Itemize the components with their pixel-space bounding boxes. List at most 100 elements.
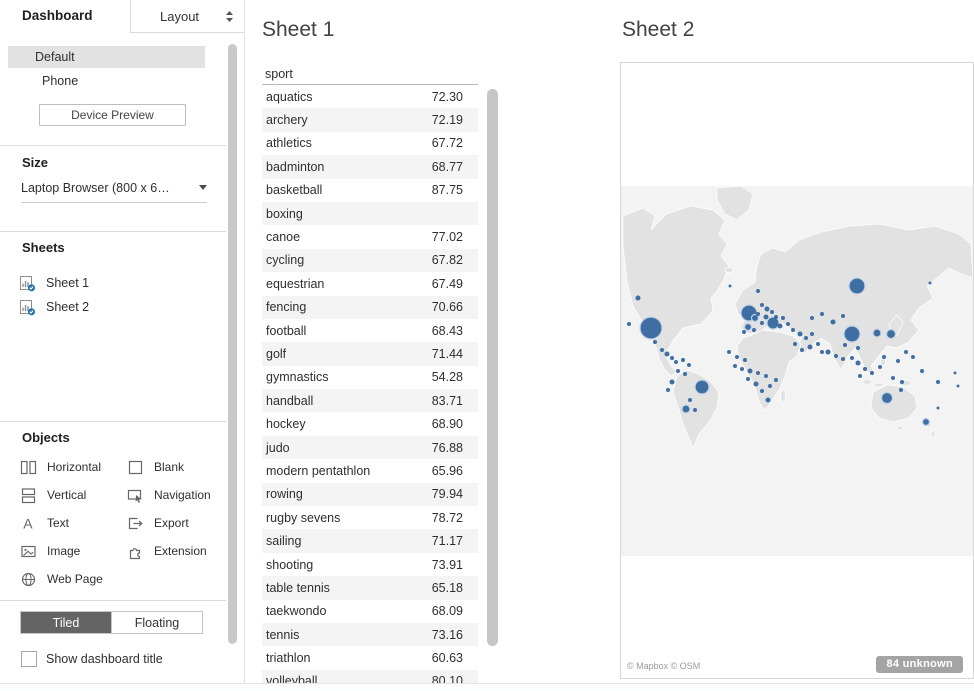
table-row[interactable]: handball83.71 [262,389,478,412]
map-mark[interactable] [695,380,709,394]
map-mark[interactable] [653,340,657,344]
map-mark[interactable] [849,278,865,294]
map-mark[interactable] [764,315,769,320]
object-text[interactable]: A Text [20,514,69,532]
object-navigation[interactable]: Navigation [127,486,211,504]
map-mark[interactable] [920,369,924,373]
map-mark[interactable] [937,407,940,410]
world-map[interactable] [621,186,973,556]
table-row[interactable]: rowing79.94 [262,483,478,506]
object-web-page[interactable]: Web Page [20,570,103,588]
map-mark[interactable] [841,314,845,318]
map-mark[interactable] [793,342,797,346]
sidebar-item-sheet2[interactable]: Sheet 2 [20,297,89,317]
map-mark[interactable] [887,330,896,339]
map-mark[interactable] [640,317,662,339]
tab-layout[interactable]: Layout [130,0,245,33]
map-mark[interactable] [882,355,886,359]
sidebar-item-sheet1[interactable]: Sheet 1 [20,273,89,293]
map-mark[interactable] [800,348,804,352]
map-mark[interactable] [873,329,881,337]
table-row[interactable]: volleyball80.10 [262,670,478,684]
map-mark[interactable] [834,354,838,358]
map-mark[interactable] [764,374,768,378]
map-mark[interactable] [804,336,808,340]
table-row[interactable]: athletics67.72 [262,132,478,155]
map-mark[interactable] [831,320,836,325]
collapse-expand-icon[interactable] [226,11,233,22]
map-mark[interactable] [770,310,774,314]
map-mark[interactable] [929,282,932,285]
map-mark[interactable] [676,369,680,373]
tab-dashboard[interactable]: Dashboard [22,8,93,23]
map-mark[interactable] [729,285,732,288]
map-mark[interactable] [682,405,690,413]
map-mark[interactable] [791,328,795,332]
dashboard-size-select[interactable]: Laptop Browser (800 x 6… [21,181,207,203]
object-blank[interactable]: Blank [127,458,184,476]
map-mark[interactable] [681,358,685,362]
map-mark[interactable] [674,360,678,364]
device-mode-default[interactable]: Default [8,46,205,68]
map-mark[interactable] [781,316,785,320]
table-row[interactable]: taekwondo68.09 [262,600,478,623]
map-mark[interactable] [754,382,759,387]
map-mark[interactable] [841,357,845,361]
map-mark[interactable] [891,376,895,380]
sidebar-scrollbar-thumb[interactable] [228,44,237,644]
map-mark[interactable] [733,364,737,368]
map-mark[interactable] [740,367,744,371]
map-mark[interactable] [923,419,930,426]
map-mark[interactable] [760,389,764,393]
sheet1-scrollbar[interactable] [487,89,498,646]
map-mark[interactable] [742,330,746,334]
map-mark[interactable] [856,346,860,350]
map-mark[interactable] [774,315,778,319]
table-row[interactable]: judo76.88 [262,436,478,459]
device-preview-button[interactable]: Device Preview [39,104,186,126]
map-mark[interactable] [957,385,960,388]
map-mark[interactable] [896,359,900,363]
map-mark[interactable] [748,369,753,374]
map-mark[interactable] [899,388,903,392]
map-mark[interactable] [778,324,783,329]
show-dashboard-title-checkbox[interactable] [21,651,37,667]
unknown-values-badge[interactable]: 84 unknown [876,656,963,673]
map-mark[interactable] [766,398,771,403]
table-row[interactable]: table tennis65.18 [262,576,478,599]
object-image[interactable]: Image [20,542,80,560]
map-mark[interactable] [808,345,813,350]
table-row[interactable]: hockey68.90 [262,412,478,435]
map-mark[interactable] [756,312,760,316]
map-mark[interactable] [870,371,874,375]
map-mark[interactable] [756,289,760,293]
map-mark[interactable] [666,388,670,392]
map-mark[interactable] [745,324,752,331]
map-mark[interactable] [660,348,664,352]
map-mark[interactable] [850,356,854,360]
map-mark[interactable] [820,312,824,316]
map-mark[interactable] [774,378,778,382]
map-mark[interactable] [936,380,940,384]
map-mark[interactable] [816,342,820,346]
object-extension[interactable]: Extension [127,542,207,560]
table-row[interactable]: triathlon60.63 [262,646,478,669]
map-mark[interactable] [856,361,861,366]
tiled-button[interactable]: Tiled [21,612,111,633]
map-mark[interactable] [743,358,747,362]
table-row[interactable]: aquatics72.30 [262,85,478,108]
map-mark[interactable] [767,317,779,329]
table-row[interactable]: football68.43 [262,319,478,342]
map-mark[interactable] [820,350,824,354]
map-mark[interactable] [687,363,691,367]
map-mark[interactable] [627,322,631,326]
table-row[interactable]: badminton68.77 [262,155,478,178]
map-mark[interactable] [735,355,739,359]
map-mark[interactable] [810,316,814,320]
object-vertical[interactable]: Vertical [20,486,86,504]
map-mark[interactable] [746,377,750,381]
map-mark[interactable] [843,343,847,347]
table-row[interactable]: gymnastics54.28 [262,366,478,389]
table-row[interactable]: golf71.44 [262,342,478,365]
sheet1-scrollbar-thumb[interactable] [487,89,498,646]
